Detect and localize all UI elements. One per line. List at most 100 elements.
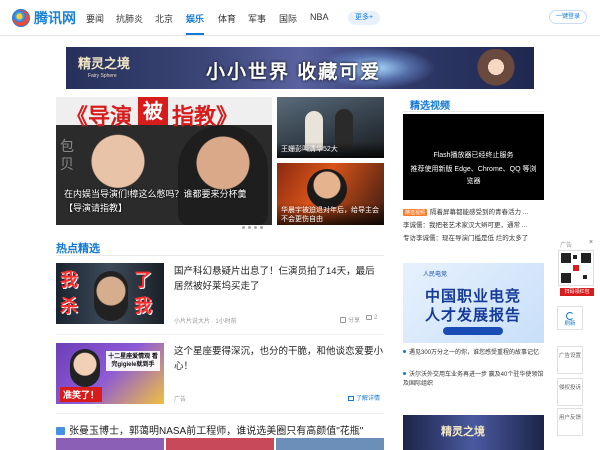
bullet-icon [403, 372, 406, 375]
login-button[interactable]: 一键登录 [549, 10, 587, 24]
comment-button[interactable]: 2 [366, 315, 377, 321]
refresh-icon [566, 312, 574, 320]
ad-bar [443, 327, 503, 335]
nav-item-news[interactable]: 要闻 [86, 12, 104, 25]
carousel-dot[interactable] [242, 226, 245, 229]
game-ad-logo: 精灵之境 [441, 425, 485, 438]
thumb-card-2[interactable]: 华晨宇被迫退对年后，给导主会不会更伤自由 [277, 163, 384, 225]
gallery-title-text: 张曼玉博士，郭蔼明NASA前工程师，谁说选美圈只有高颜值"花瓶" [69, 426, 364, 437]
news-source[interactable]: 小片片说大片 [174, 319, 210, 325]
flash-notice: Flash播放器已经终止服务 [433, 152, 514, 159]
esports-ad[interactable]: 人民电竞 中国职业电竞 人才发展报告 [403, 263, 544, 343]
comment-count: 2 [374, 315, 378, 321]
banner-ad[interactable]: 精灵之境 Fairy Sphere 小小世界 收藏可爱 [66, 47, 534, 89]
qr-center [573, 265, 579, 271]
refresh-label: 刷新 [564, 321, 576, 327]
qr-code[interactable] [558, 250, 594, 286]
section-divider [56, 255, 384, 256]
nav-item-sports[interactable]: 体育 [218, 12, 236, 25]
report-button[interactable]: 侵权投诉 [557, 378, 583, 406]
gallery-icon [56, 427, 65, 435]
gallery-news-title[interactable]: 张曼玉博士，郭蔼明NASA前工程师，谁说选美圈只有高颜值"花瓶" [56, 422, 363, 437]
gallery-image[interactable] [166, 438, 274, 450]
learn-more-link[interactable]: 了解详情 [348, 393, 380, 402]
video-item[interactable]: 精选视频 隔着屏幕都能感受到的青春活力 ... [403, 206, 544, 216]
qr-module [583, 275, 587, 279]
nav-item-entertainment[interactable]: 娱乐 [186, 12, 204, 25]
news-meta-1: 小片片说大片 · 1小时前 [174, 319, 237, 325]
news-image-person [94, 271, 128, 321]
bullet-icon [403, 350, 406, 353]
nav-item-pneumonia[interactable]: 抗肺炎 [116, 12, 143, 25]
browser-recommend: 推荐使用新版 Edge、Chrome、QQ 等浏览器 [410, 166, 537, 185]
refresh-button[interactable]: 刷新 [557, 306, 583, 330]
nav-item-nba[interactable]: NBA [310, 12, 329, 22]
qr-finder [561, 273, 571, 283]
hero-side-text: 包贝 [60, 138, 74, 172]
news-image-caption-box: 十二星座爱情观 看完gigiele就到手 [106, 351, 160, 371]
video-player[interactable]: Flash播放器已经终止服务 推荐使用新版 Edge、Chrome、QQ 等浏览… [403, 114, 544, 200]
ad-brand: 人民电竞 [423, 272, 448, 278]
ad-settings-button[interactable]: 广告设置 [557, 346, 583, 374]
section-divider [403, 111, 544, 112]
news-title-2[interactable]: 这个星座要得深沉，也分的干脆，和他谈恋爱要小心！ [174, 344, 384, 374]
news-divider [56, 413, 384, 414]
side-ad-label: 广告 [560, 243, 573, 249]
feedback-button[interactable]: 用户反馈 [557, 408, 583, 436]
gallery-image[interactable] [276, 438, 384, 450]
thumb-card-1[interactable]: 王姗彭叫清华52大 [277, 97, 384, 158]
gallery-image[interactable] [56, 438, 164, 450]
more-button[interactable]: 更多+ [348, 11, 380, 25]
carousel-dot[interactable] [236, 226, 239, 229]
news-image-text-right: 了我 [134, 270, 152, 316]
close-icon[interactable]: × [589, 239, 593, 246]
ad-headline-2: 人才发展报告 [425, 307, 522, 324]
section-title-video: 精选视频 [410, 101, 450, 112]
banner-logo-sub: Fairy Sphere [88, 73, 117, 79]
video-item[interactable]: 专访李诚儒：现在导演门槛是低 烂的太多了 [403, 232, 544, 242]
banner-slogan: 小小世界 收藏可爱 [206, 62, 382, 83]
banner-character-image [466, 49, 526, 89]
thumb-caption: 王姗彭叫清华52大 [277, 142, 384, 158]
link-icon [348, 396, 354, 401]
nav-item-military[interactable]: 军事 [248, 12, 266, 25]
share-button[interactable]: 分享 [340, 315, 360, 324]
nav-item-international[interactable]: 国际 [279, 12, 297, 25]
game-ad[interactable]: 精灵之境 [403, 415, 544, 450]
ad-bullet[interactable]: 沃尔沃外交用车业务再进一步 赢及40个驻华使领馆及国际组织 [403, 371, 544, 389]
news-image-person [70, 349, 100, 387]
news-image-text-left: 我杀 [60, 270, 78, 316]
qr-module [573, 255, 577, 259]
news-image-1[interactable]: 我杀 了我 [56, 263, 164, 324]
share-icon [340, 317, 346, 323]
video-item[interactable]: 李诚儒：我把老艺术家汉大辫可更，通常 ... [403, 219, 544, 229]
hero-caption[interactable]: 在内娱当导演们!樟这么憋吗？谁都要来分杯羹【导演请指教】 [64, 187, 264, 215]
video-item-text: 李诚儒：我把老艺术家汉大辫可更，通常 ... [403, 222, 528, 229]
video-item-text: 隔着屏幕都能感受到的青春活力 ... [430, 209, 529, 216]
news-title-1[interactable]: 国产科幻悬疑片出息了！仨演员拍了14天，最后居然被好莱坞买走了 [174, 264, 384, 294]
red-packet-label[interactable]: 扫码领红包 [560, 288, 594, 296]
news-divider [56, 334, 384, 335]
ad-bullet-text: 沃尔沃外交用车业务再进一步 赢及40个驻华使领馆及国际组织 [403, 372, 544, 387]
hero-title-badge: 被 [138, 97, 168, 125]
carousel-dot[interactable] [260, 226, 263, 229]
ad-bullet[interactable]: 遇见300万分之一的你，谁您感受重程的故事记忆 [403, 349, 544, 358]
video-tag: 精选视频 [403, 209, 428, 216]
ad-bullet-text: 遇见300万分之一的你，谁您感受重程的故事记忆 [409, 350, 540, 356]
active-nav-underline [186, 33, 204, 35]
carousel-dots [236, 216, 266, 234]
carousel-dot[interactable] [254, 226, 257, 229]
section-title-hot: 热点精选 [56, 243, 100, 255]
news-image-2[interactable]: 十二星座爱情观 看完gigiele就到手 准笑了！ [56, 343, 164, 404]
news-image-tag: 准笑了！ [60, 387, 103, 402]
qr-finder [581, 253, 591, 263]
news-time: 1小时前 [215, 319, 237, 325]
nav-item-beijing[interactable]: 北京 [155, 12, 173, 25]
tencent-logo[interactable]: 腾讯网 [12, 8, 76, 28]
logo-text: 腾讯网 [34, 11, 76, 27]
comment-icon [366, 315, 372, 320]
tencent-logo-icon [12, 9, 30, 27]
hero-slide[interactable]: 《导演 被 指教》 包贝 在内娱当导演们!樟这么憋吗？谁都要来分杯羹【导演请指教… [56, 97, 272, 225]
ad-label: 广告 [174, 397, 187, 403]
carousel-dot[interactable] [248, 226, 251, 229]
